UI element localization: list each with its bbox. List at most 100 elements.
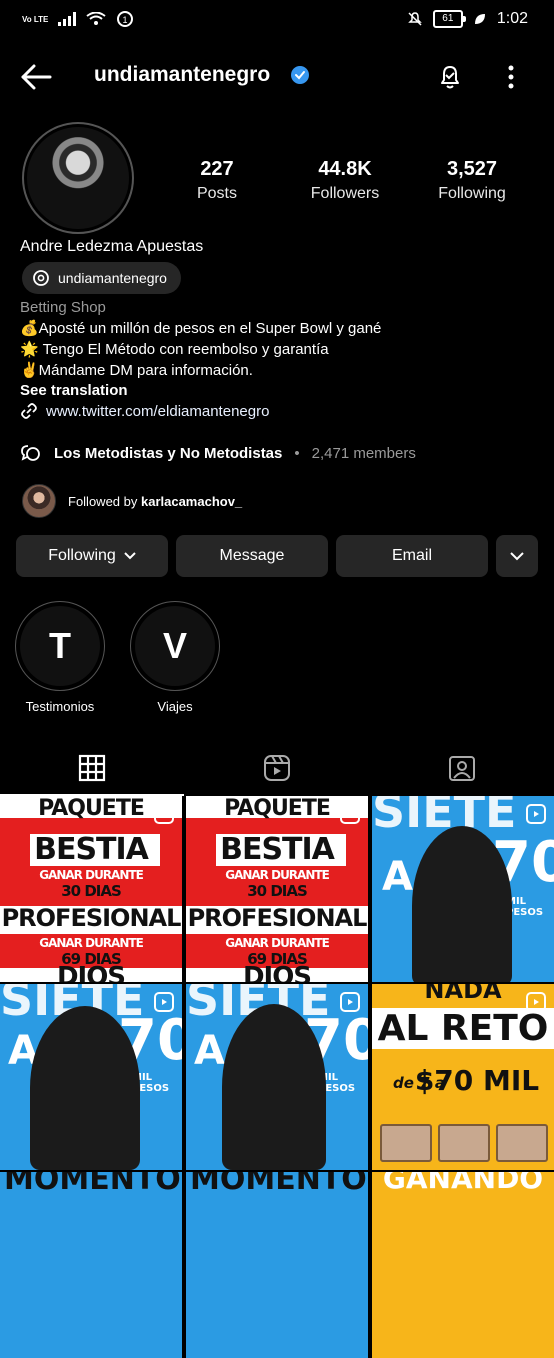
wifi-icon	[86, 12, 106, 25]
tab-posts-grid[interactable]	[0, 740, 184, 796]
verified-badge-icon	[291, 66, 309, 84]
following-button[interactable]: Following	[16, 535, 168, 577]
threads-icon	[33, 270, 49, 286]
back-arrow-icon[interactable]	[20, 64, 52, 90]
message-button-label: Message	[219, 547, 285, 564]
post-text: AL RETO	[372, 1008, 554, 1049]
signal-icon	[58, 12, 77, 26]
followed-by-prefix: Followed by	[68, 493, 141, 509]
post-text: DIOS	[242, 962, 312, 982]
data-saver-icon: 1	[117, 11, 134, 27]
highlight-cover: T	[20, 606, 100, 686]
avatar-image	[27, 127, 129, 229]
reel-indicator-icon	[340, 992, 360, 1012]
reel-indicator-icon	[154, 804, 174, 824]
tab-tagged[interactable]	[370, 740, 554, 796]
highlight-viajes[interactable]: V Viajes	[130, 601, 220, 714]
post-thumbnail[interactable]: PAQUETE BESTIA GANAR DURANTE 30 DIAS PRO…	[186, 796, 368, 982]
post-text: PROFESIONAL	[1, 904, 182, 932]
money-stack	[438, 1124, 490, 1162]
chevron-down-icon	[510, 551, 524, 560]
reel-indicator-icon	[154, 992, 174, 1012]
threads-badge[interactable]: undiamantenegro	[22, 262, 181, 294]
volte-indicator: Vo LTE	[22, 14, 49, 24]
post-thumbnail[interactable]: SIETE A 70 MIL PESOS	[372, 796, 554, 982]
stat-following[interactable]: 3,527 Following	[417, 158, 527, 203]
highlight-cover: V	[135, 606, 215, 686]
community-channel[interactable]: Los Metodistas y No Metodistas • 2,471 m…	[20, 443, 416, 463]
message-button[interactable]: Message	[176, 535, 328, 577]
suggested-accounts-button[interactable]	[496, 535, 538, 577]
following-label: Following	[438, 185, 506, 202]
following-count: 3,527	[446, 158, 498, 180]
tab-reels[interactable]	[185, 740, 369, 796]
money-stack	[380, 1124, 432, 1162]
profile-username: undiamantenegro	[94, 63, 271, 86]
bio-line-1: 💰Aposté un millón de pesos en el Super B…	[20, 320, 382, 337]
grid-icon	[78, 754, 106, 782]
svg-text:1: 1	[123, 15, 128, 25]
highlight-testimonios[interactable]: T Testimonios	[15, 601, 105, 714]
posts-label: Posts	[196, 185, 237, 202]
chevron-down-icon	[124, 552, 136, 560]
email-button-label: Email	[391, 547, 432, 564]
battery-icon: 61	[432, 10, 466, 28]
person-photo	[412, 826, 512, 982]
reel-indicator-icon	[340, 804, 360, 824]
following-button-label: Following	[48, 547, 116, 564]
community-separator: •	[294, 444, 300, 462]
community-members: 2,471 members	[311, 444, 416, 462]
notifications-bell-icon[interactable]	[436, 62, 464, 90]
post-text: GANANDO	[382, 1172, 544, 1195]
reel-indicator-icon	[526, 992, 546, 1012]
post-text: 30 DIAS	[247, 882, 308, 900]
bio-line-2: 🌟 Tengo El Método con reembolso y garant…	[20, 341, 329, 358]
clock: 1:02	[496, 10, 528, 27]
post-thumbnail[interactable]: SIETE A 70 MIL PESOS	[0, 984, 182, 1170]
post-text: A	[382, 854, 413, 900]
tagged-person-icon	[449, 756, 475, 781]
stat-posts: 227 Posts	[162, 158, 272, 203]
post-text: BESTIA	[34, 832, 149, 867]
post-text: MIL PESOS	[506, 896, 544, 918]
money-stack	[496, 1124, 548, 1162]
status-bar: Vo LTE 1 61 1:02	[0, 0, 554, 40]
highlight-label: Testimonios	[25, 699, 95, 714]
posts-grid: PAQUETE BESTIA GANAR DURANTE 30 DIAS PRO…	[0, 796, 554, 1358]
post-thumbnail[interactable]: SIETE A 70 MIL PESOS	[186, 984, 368, 1170]
bio-link[interactable]: www.twitter.com/eldiamantenegro	[20, 402, 269, 420]
followed-by-user: karlacamachov_	[140, 493, 243, 509]
post-text: $70 MIL	[414, 1064, 540, 1097]
post-text: DIOS	[56, 962, 126, 982]
email-button[interactable]: Email	[336, 535, 488, 577]
followed-by[interactable]: Followed by karlacamachov_	[22, 484, 242, 518]
reels-icon	[264, 755, 290, 781]
community-name: Los Metodistas y No Metodistas	[54, 444, 283, 462]
post-text: GANAR DURANTE	[39, 868, 144, 882]
more-options-icon[interactable]	[506, 64, 516, 90]
highlight-label: Viajes	[157, 699, 193, 714]
person-photo	[30, 1006, 140, 1170]
post-text: GANAR DURANTE	[39, 936, 144, 950]
posts-count: 227	[200, 158, 234, 180]
threads-handle: undiamantenegro	[58, 270, 167, 286]
post-thumbnail[interactable]: PAQUETE BESTIA GANAR DURANTE 30 DIAS PRO…	[0, 796, 182, 982]
profile-tabs	[0, 740, 554, 796]
post-thumbnail[interactable]: NADA AL RETO de 7 a $70 MIL	[372, 984, 554, 1170]
stat-followers[interactable]: 44.8K Followers	[290, 158, 400, 203]
profile-avatar[interactable]	[22, 122, 134, 234]
link-icon	[21, 403, 37, 419]
post-text: GANAR DURANTE	[225, 936, 330, 950]
leaf-icon	[474, 14, 485, 24]
bio-line-3: ✌️Mándame DM para información.	[20, 362, 253, 379]
display-name: Andre Ledezma Apuestas	[20, 238, 204, 255]
post-text: BESTIA	[220, 832, 335, 867]
post-text: 30 DIAS	[61, 882, 122, 900]
profile-category: Betting Shop	[20, 299, 106, 316]
follower-avatar	[22, 484, 56, 518]
post-text: MOMENTO	[4, 1172, 181, 1197]
see-translation-link[interactable]: See translation	[20, 382, 128, 399]
reel-indicator-icon	[526, 804, 546, 824]
followers-label: Followers	[310, 185, 380, 202]
bio-link-text: www.twitter.com/eldiamantenegro	[46, 402, 270, 420]
